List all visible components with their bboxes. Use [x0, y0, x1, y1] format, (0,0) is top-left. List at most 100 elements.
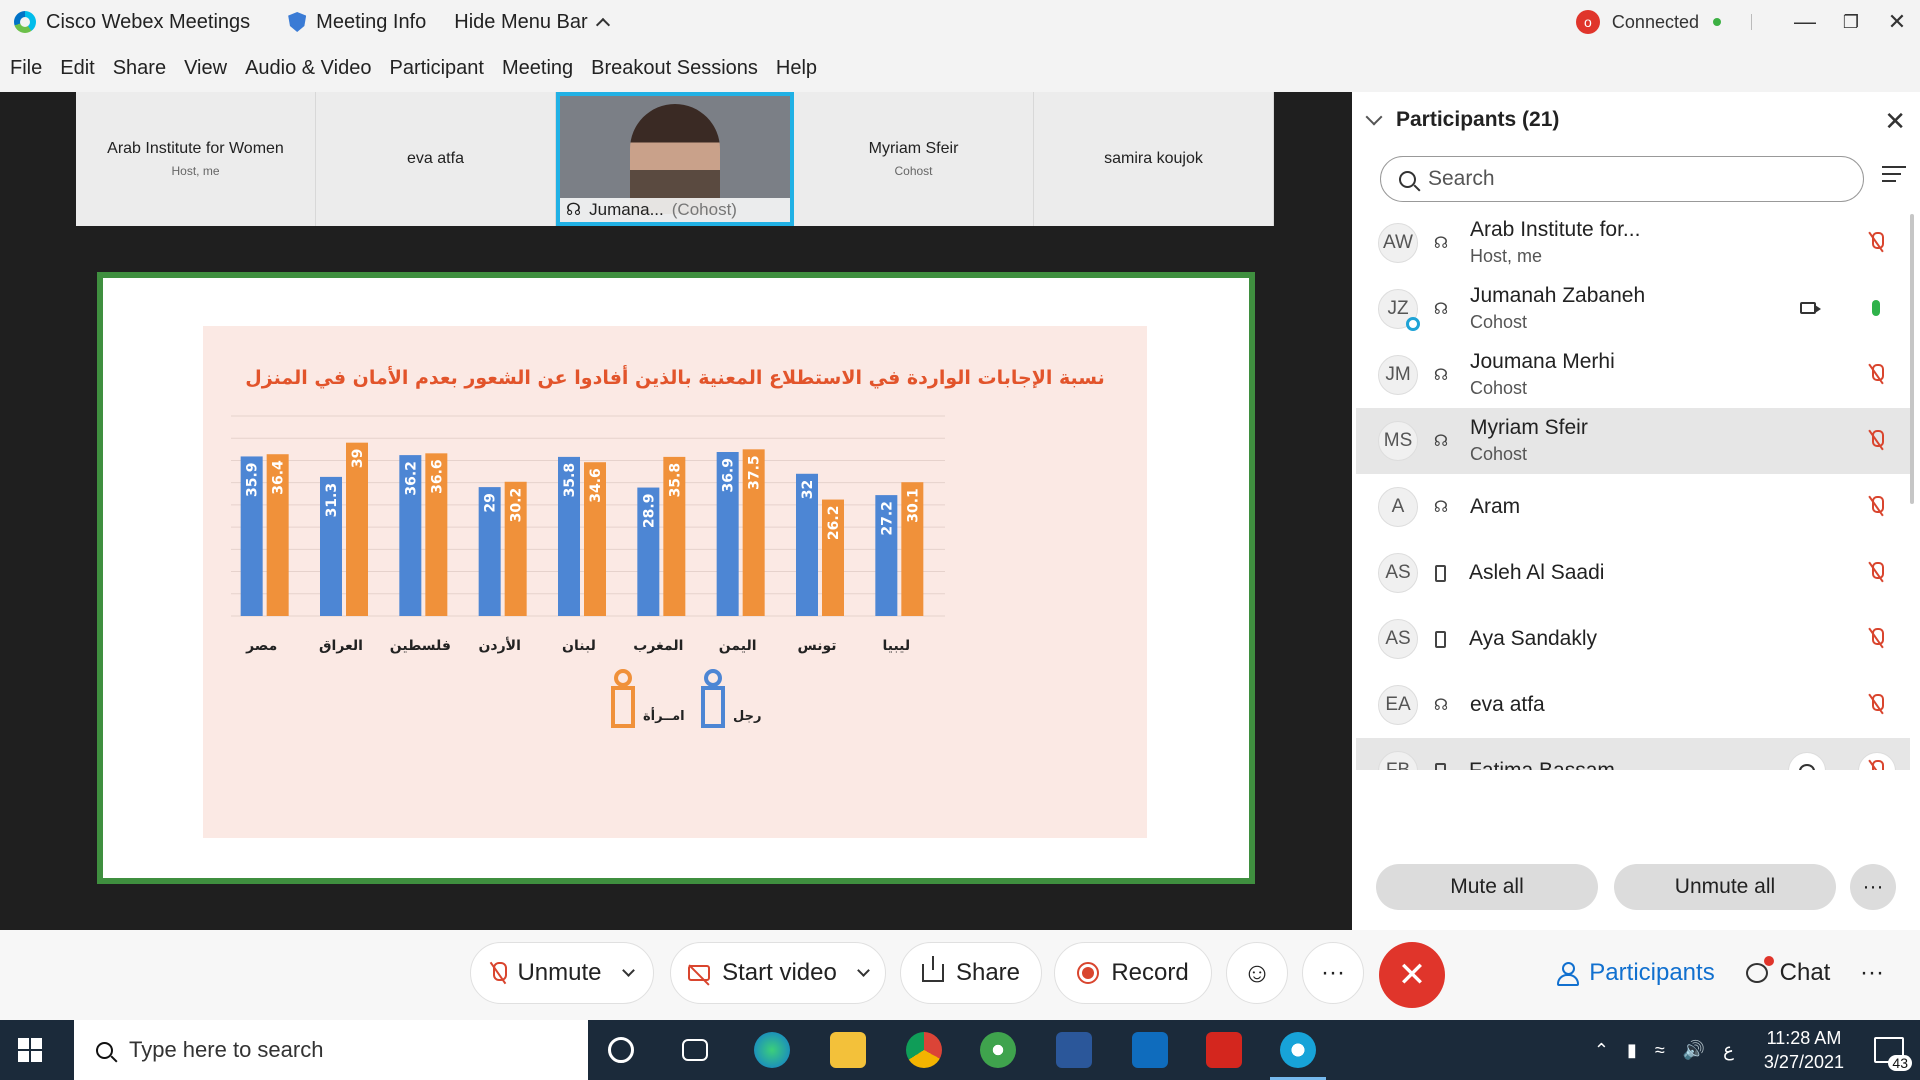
chart-area: نسبة الإجابات الواردة في الاستطلاع المعن…	[203, 326, 1147, 838]
meeting-controls: Unmute Start video Share Record ☺ ··· ✕ …	[0, 930, 1920, 1020]
menu-audio-video[interactable]: Audio & Video	[245, 57, 371, 80]
start-video-button[interactable]: Start video	[670, 942, 886, 1004]
mic-muted-icon[interactable]	[1870, 232, 1884, 252]
more-options-button[interactable]: ···	[1302, 942, 1364, 1004]
volume-icon[interactable]: 🔊	[1683, 1040, 1705, 1061]
edge-icon[interactable]	[754, 1032, 790, 1068]
task-view-icon[interactable]	[682, 1039, 708, 1061]
chrome-icon[interactable]	[906, 1032, 942, 1068]
panel-more-options-button[interactable]: ···	[1846, 942, 1898, 1004]
participant-row[interactable]: AW ☊ Arab Institute for... Host, me	[1356, 210, 1910, 276]
chevron-up-icon[interactable]: ⌃	[1594, 1040, 1609, 1061]
participants-panel: Participants (21) ✕ Search AW ☊ Arab Insti…	[1352, 92, 1920, 930]
menu-file[interactable]: File	[10, 57, 42, 80]
mic-on-icon[interactable]	[1872, 300, 1880, 316]
avatar-initials: A	[1391, 496, 1405, 517]
participant-row[interactable]: JZ ☊ Jumanah Zabaneh Cohost	[1356, 276, 1910, 342]
acrobat-icon[interactable]	[1206, 1032, 1242, 1068]
participant-name: Asleh Al Saadi	[1469, 561, 1605, 584]
close-window-button[interactable]: ✕	[1874, 0, 1920, 44]
data-label: 37.5	[747, 455, 763, 490]
file-explorer-icon[interactable]	[830, 1032, 866, 1068]
wifi-icon[interactable]: ≈	[1655, 1040, 1665, 1061]
avatar: AW	[1378, 223, 1418, 263]
mic-muted-icon[interactable]	[1870, 694, 1884, 714]
word-icon[interactable]	[1056, 1032, 1092, 1068]
chevron-down-icon[interactable]	[1365, 108, 1383, 126]
record-button[interactable]: Record	[1054, 942, 1212, 1004]
avatar-initials: AS	[1385, 628, 1411, 649]
reactions-button[interactable]: ☺	[1226, 942, 1288, 1004]
data-label: 35.8	[667, 463, 683, 498]
legend-person-head-icon	[614, 669, 632, 687]
webex-taskbar-icon[interactable]	[1270, 1032, 1326, 1080]
taskbar-search-input[interactable]: Type here to search	[74, 1020, 588, 1080]
menu-breakout-sessions[interactable]: Breakout Sessions	[591, 57, 758, 80]
data-label: 36.4	[271, 460, 287, 495]
chat-button[interactable]: Chat	[1736, 942, 1840, 1004]
mic-muted-icon[interactable]	[1870, 496, 1884, 516]
chat-with-participant-button[interactable]	[1788, 752, 1826, 770]
smiley-icon: ☺	[1242, 957, 1272, 988]
video-thumb[interactable]: eva atfa	[316, 92, 556, 226]
active-speaker-video[interactable]: ☊ Jumana... (Cohost)	[556, 92, 794, 226]
mic-muted-icon[interactable]	[1870, 562, 1884, 582]
meeting-info-button[interactable]: Meeting Info	[274, 0, 440, 44]
participant-search-input[interactable]: Search	[1380, 156, 1864, 202]
mute-all-button[interactable]: Mute all	[1376, 864, 1598, 910]
participant-row[interactable]: AS Asleh Al Saadi	[1356, 540, 1910, 606]
clock[interactable]: 11:28 AM 3/27/2021	[1764, 1026, 1844, 1074]
menu-view[interactable]: View	[184, 57, 227, 80]
menu-edit[interactable]: Edit	[60, 57, 94, 80]
cortana-icon[interactable]	[608, 1037, 634, 1063]
minimize-button[interactable]: —	[1782, 0, 1828, 44]
video-thumb[interactable]: Myriam Sfeir Cohost	[794, 92, 1034, 226]
headset-icon: ☊	[1433, 235, 1449, 252]
unmute-button[interactable]: Unmute	[470, 942, 654, 1004]
participants-toggle-button[interactable]: Participants	[1548, 942, 1724, 1004]
outlook-icon[interactable]	[1132, 1032, 1168, 1068]
notifications-icon[interactable]: 43	[1874, 1037, 1912, 1071]
end-meeting-button[interactable]: ✕	[1379, 942, 1445, 1008]
battery-icon[interactable]: ▮	[1627, 1040, 1637, 1061]
chat-icon	[1745, 956, 1774, 983]
unmute-all-button[interactable]: Unmute all	[1614, 864, 1836, 910]
participant-row[interactable]: AS Aya Sandakly	[1356, 606, 1910, 672]
panel-header[interactable]: Participants (21)	[1352, 92, 1920, 148]
data-label: 36.2	[403, 461, 419, 496]
panel-title: Participants (21)	[1396, 108, 1560, 131]
share-button[interactable]: Share	[900, 942, 1042, 1004]
mic-muted-icon[interactable]	[1870, 760, 1884, 770]
menu-share[interactable]: Share	[113, 57, 166, 80]
chevron-down-icon[interactable]	[856, 963, 870, 977]
participant-list-scrollbar[interactable]	[1910, 214, 1914, 504]
menu-help[interactable]: Help	[776, 57, 817, 80]
data-label: 35.9	[245, 462, 261, 497]
mic-muted-icon[interactable]	[1870, 430, 1884, 450]
sort-icon[interactable]	[1882, 166, 1906, 190]
participant-row[interactable]: FB Fatima Bassam	[1356, 738, 1910, 770]
participant-row[interactable]: EA ☊ eva atfa	[1356, 672, 1910, 738]
hide-menu-bar-button[interactable]: Hide Menu Bar	[440, 0, 621, 44]
mic-muted-icon[interactable]	[1870, 364, 1884, 384]
windows-start-icon[interactable]	[18, 1038, 42, 1062]
video-thumb[interactable]: Arab Institute for Women Host, me	[76, 92, 316, 226]
language-indicator[interactable]: ع	[1723, 1040, 1734, 1061]
globe-app-icon[interactable]	[980, 1032, 1016, 1068]
participant-row[interactable]: A ☊ Aram	[1356, 474, 1910, 540]
panel-more-button[interactable]: ···	[1850, 864, 1896, 910]
video-thumb[interactable]: samira koujok	[1034, 92, 1274, 226]
menu-meeting[interactable]: Meeting	[502, 57, 573, 80]
restore-button[interactable]: ❐	[1828, 0, 1874, 44]
chevron-down-icon[interactable]	[621, 963, 635, 977]
participant-name: Aram	[1470, 495, 1521, 518]
participant-row[interactable]: JM ☊ Joumana Merhi Cohost	[1356, 342, 1910, 408]
mic-muted-icon[interactable]	[1870, 628, 1884, 648]
taskbar-search-placeholder: Type here to search	[129, 1037, 324, 1062]
menu-participant[interactable]: Participant	[389, 57, 484, 80]
participant-row[interactable]: MS ☊ Myriam Sfeir Cohost	[1356, 408, 1910, 474]
close-panel-button[interactable]: ✕	[1884, 106, 1906, 137]
connection-status: Connected	[1611, 11, 1699, 32]
clock-time: 11:28 AM	[1766, 1028, 1842, 1048]
video-caption: ☊ Jumana... (Cohost)	[560, 198, 790, 222]
